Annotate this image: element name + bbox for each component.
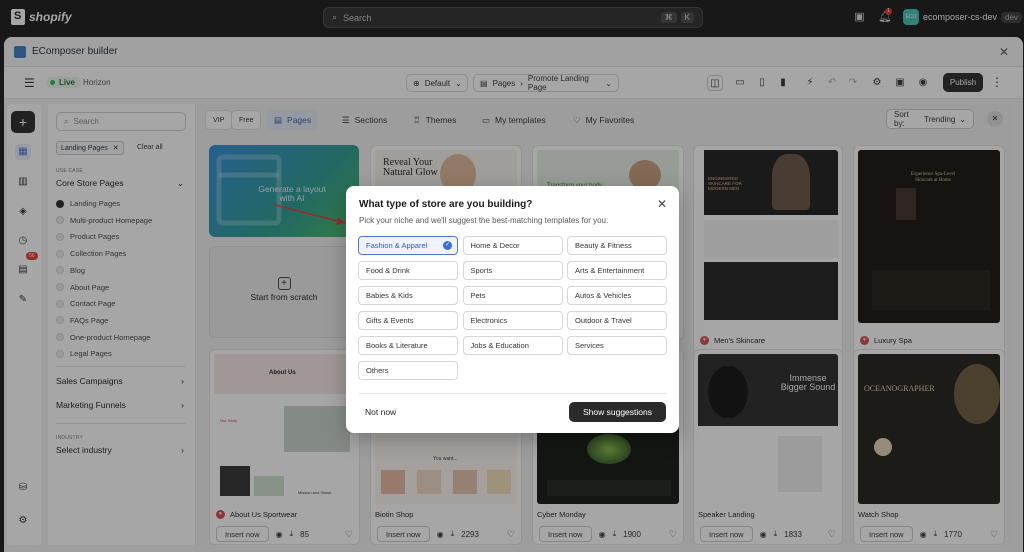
store-type-modal: What type of store are you building? Pic… <box>346 186 679 433</box>
niche-option[interactable]: Outdoor & Travel <box>567 311 667 330</box>
niche-option[interactable]: Services <box>567 336 667 355</box>
niche-option-label: Jobs & Education <box>470 341 529 350</box>
niche-option-label: Books & Literature <box>366 341 428 350</box>
niche-option-label: Babies & Kids <box>366 291 413 300</box>
niche-option[interactable]: Arts & Entertainment <box>567 261 667 280</box>
modal-subtitle: Pick your niche and we'll suggest the be… <box>359 216 609 225</box>
niche-option-label: Sports <box>470 266 493 275</box>
niche-option[interactable]: Pets <box>462 286 563 305</box>
modal-divider <box>359 393 666 394</box>
niche-option-label: Home & Decor <box>470 241 520 250</box>
niche-option[interactable]: Beauty & Fitness <box>567 236 667 255</box>
niche-option[interactable]: Sports <box>462 261 563 280</box>
niche-option[interactable]: Jobs & Education <box>462 336 563 355</box>
niche-option-label: Beauty & Fitness <box>575 241 632 250</box>
niche-option[interactable]: Home & Decor <box>462 236 563 255</box>
niche-option-label: Gifts & Events <box>366 316 414 325</box>
niche-option[interactable]: Food & Drink <box>358 261 458 280</box>
niche-option[interactable]: Babies & Kids <box>358 286 458 305</box>
niche-option[interactable]: Electronics <box>462 311 563 330</box>
niche-option-label: Electronics <box>470 316 508 325</box>
not-now-button[interactable]: Not now <box>365 407 396 417</box>
niche-option[interactable]: Gifts & Events <box>358 311 458 330</box>
show-suggestions-button[interactable]: Show suggestions <box>569 402 666 422</box>
niche-option[interactable]: Fashion & Apparel ✓ <box>358 236 458 255</box>
niche-option-label: Autos & Vehicles <box>575 291 632 300</box>
niche-option-label: Others <box>366 366 389 375</box>
niche-option-label: Fashion & Apparel <box>366 241 428 250</box>
niche-option-label: Food & Drink <box>366 266 410 275</box>
niche-option[interactable]: Books & Literature <box>358 336 458 355</box>
close-icon[interactable]: ✕ <box>657 197 667 211</box>
niche-option-label: Arts & Entertainment <box>575 266 645 275</box>
niche-option[interactable]: Autos & Vehicles <box>567 286 667 305</box>
niche-option-label: Services <box>575 341 604 350</box>
check-icon: ✓ <box>443 241 452 250</box>
modal-title: What type of store are you building? <box>359 199 533 210</box>
niche-option[interactable]: Others <box>358 361 458 380</box>
niche-option-label: Pets <box>470 291 486 300</box>
niche-option-label: Outdoor & Travel <box>575 316 632 325</box>
